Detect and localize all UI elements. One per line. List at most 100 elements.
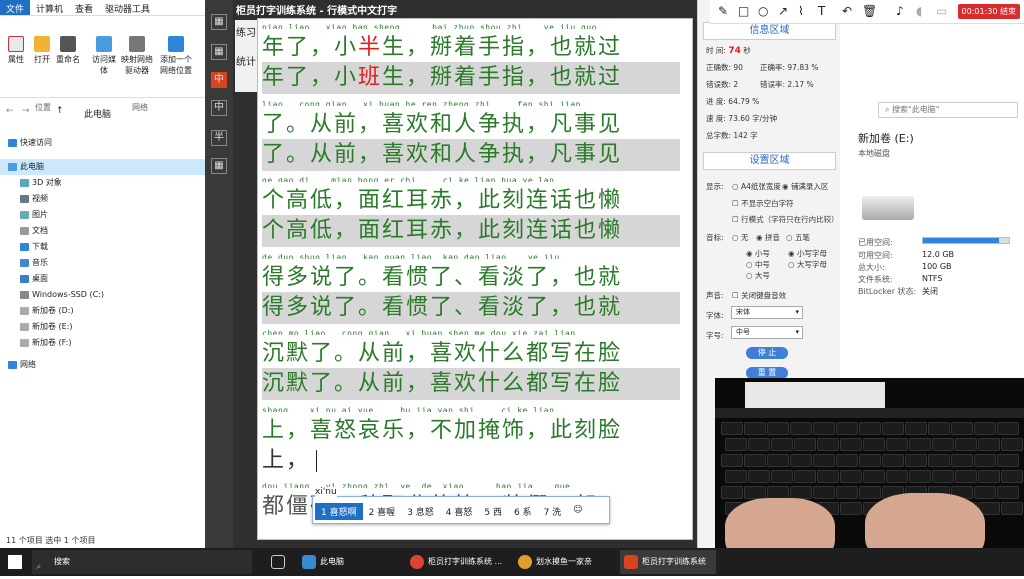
total-label: 总大小:	[858, 263, 885, 272]
open-button[interactable]: 打开	[28, 36, 56, 65]
tree-drive-d[interactable]: 新加卷 (D:)	[0, 303, 205, 319]
checkbox-no-blank[interactable]: ☐ 不显示空白字符	[732, 198, 794, 209]
taskbar-item[interactable]: 划水摸鱼一家亲	[514, 550, 618, 574]
radio-uppercase[interactable]: ○ 大写字母	[788, 259, 827, 270]
tab-drive-tools[interactable]: 驱动器工具	[99, 0, 156, 15]
task-view-icon	[271, 555, 285, 569]
tree-documents[interactable]: 文档	[0, 223, 205, 239]
undo-icon[interactable]: ↶	[842, 4, 852, 18]
address-bar[interactable]: ← → ↑ 此电脑	[0, 104, 205, 122]
taskbar-search[interactable]: ⌕ 搜索	[32, 550, 252, 574]
circle-icon[interactable]: ○	[758, 4, 768, 18]
text-line: de duo shuo liao kan guan liao kan dan l…	[258, 249, 692, 326]
typed-text[interactable]: 沉默了。从前，喜欢什么都写在脸	[262, 368, 680, 400]
photo-key	[886, 438, 908, 451]
map-network-drive-button[interactable]: 映射网络 驱动器	[120, 36, 154, 76]
start-button[interactable]	[0, 550, 30, 574]
grid-icon[interactable]: ▦	[211, 14, 227, 30]
usage-bar-fill	[923, 238, 999, 243]
tab-view[interactable]: 查看	[69, 0, 99, 15]
arrow-icon[interactable]: ↗	[778, 4, 788, 18]
back-icon[interactable]: ←	[6, 106, 14, 116]
pen-icon[interactable]: ✎	[718, 4, 728, 18]
smiley-icon[interactable]: ☺	[567, 503, 588, 520]
radio-fill[interactable]: ◉ 铺满录入区	[782, 181, 828, 192]
photo-key	[817, 438, 839, 451]
typed-text[interactable]: 得多说了。看惯了、看淡了，也就	[262, 291, 680, 324]
radio-none[interactable]: ○ 无	[732, 232, 748, 243]
radio-lowercase[interactable]: ◉ 小写字母	[788, 248, 827, 259]
add-network-location-button[interactable]: 添加一个 网络位置	[158, 36, 194, 76]
photo-key	[905, 422, 927, 435]
text-icon[interactable]: T	[818, 4, 825, 18]
rectangle-icon[interactable]: □	[738, 4, 749, 18]
tree-pictures[interactable]: 图片	[0, 207, 205, 223]
radio-small[interactable]: ◉ 小号	[746, 248, 770, 259]
task-view-button[interactable]	[266, 550, 290, 574]
taskbar-item[interactable]: 柜员打字训练系统 ...	[406, 550, 510, 574]
size-select[interactable]: 中号 ▾	[731, 326, 803, 339]
ime-candidate[interactable]: 6 系	[508, 503, 538, 520]
ime-candidate[interactable]: 2 喜喔	[363, 503, 402, 520]
radio-a4[interactable]: ○ A4纸张宽度	[732, 181, 781, 192]
up-icon[interactable]: ↑	[56, 106, 64, 116]
tree-music[interactable]: 音乐	[0, 255, 205, 271]
drive-icon	[20, 323, 29, 331]
trash-icon[interactable]: 🗑	[862, 4, 877, 18]
search-input[interactable]: ⌕ 搜索"此电脑"	[878, 102, 1018, 118]
properties-button[interactable]: 属性	[2, 36, 30, 65]
grid-icon[interactable]: ▦	[211, 44, 227, 60]
tree-drive-c[interactable]: Windows-SSD (C:)	[0, 287, 205, 303]
font-select[interactable]: 宋体 ▾	[731, 306, 803, 319]
taskbar-item-active[interactable]: 柜员打字训练系统	[620, 550, 716, 574]
speaker-icon[interactable]: ♪	[896, 4, 904, 18]
navigation-tree: 快速访问 此电脑 3D 对象 视频 图片 文档 下载 音乐 桌面 Windows…	[0, 135, 205, 373]
photo-key	[955, 470, 977, 483]
camera-icon[interactable]: ▭	[936, 4, 947, 18]
tree-video[interactable]: 视频	[0, 191, 205, 207]
current-input-line[interactable]: 上，	[262, 444, 680, 477]
half-width-icon[interactable]: 半	[211, 130, 227, 146]
typed-text[interactable]: 年了，小班生，掰着手指，也就过	[262, 62, 680, 94]
used-label: 已用空间:	[858, 238, 893, 247]
recording-timer[interactable]: 00:01:30 结束	[957, 4, 1020, 19]
radio-wubi[interactable]: ○ 五笔	[786, 232, 810, 243]
photo-key	[813, 454, 835, 467]
tab-computer[interactable]: 计算机	[30, 0, 69, 15]
tab-practice[interactable]: 练习	[235, 20, 257, 39]
forward-icon[interactable]: →	[22, 106, 30, 116]
typed-text[interactable]: 了。从前，喜欢和人争执，凡事见	[262, 138, 680, 171]
tree-network[interactable]: 网络	[0, 357, 205, 373]
grid-icon[interactable]: ▦	[211, 158, 227, 174]
checkbox-line-mode[interactable]: ☐ 行模式（字符只在行内比较）	[732, 214, 839, 225]
chinese-icon[interactable]: 中	[211, 100, 227, 116]
radio-large[interactable]: ○ 大号	[746, 270, 770, 281]
rename-button[interactable]: 重命名	[54, 36, 82, 65]
tree-this-pc[interactable]: 此电脑	[0, 159, 205, 175]
tree-3d[interactable]: 3D 对象	[0, 175, 205, 191]
tree-desktop[interactable]: 桌面	[0, 271, 205, 287]
tab-statistics[interactable]: 统计	[235, 39, 257, 68]
taskbar-item[interactable]: 此电脑	[298, 550, 398, 574]
checkbox-key-sound[interactable]: ☐ 关闭键盘音效	[732, 290, 786, 301]
tree-drive-e[interactable]: 新加卷 (E:)	[0, 319, 205, 335]
typing-area[interactable]: nian liao xiao ban sheng bai zhuo shou z…	[257, 18, 693, 540]
highlighter-icon[interactable]: ⌇	[798, 4, 804, 18]
ime-candidate[interactable]: 3 息怒	[401, 503, 440, 520]
ime-candidate[interactable]: 5 西	[478, 503, 508, 520]
radio-medium[interactable]: ○ 中号	[746, 259, 770, 270]
ime-candidate[interactable]: 4 喜怒	[440, 503, 479, 520]
tree-downloads[interactable]: 下载	[0, 239, 205, 255]
access-media-button[interactable]: 访问媒体	[90, 36, 118, 76]
ime-candidate[interactable]: 1 喜怒啊	[315, 503, 363, 520]
chinese-mode-icon[interactable]: 中	[211, 72, 227, 88]
tab-file[interactable]: 文件	[0, 0, 31, 15]
ime-candidate[interactable]: 7 洗	[538, 503, 568, 520]
mic-icon[interactable]: ◖	[916, 4, 922, 18]
radio-pinyin[interactable]: ◉ 拼音	[756, 232, 780, 243]
tree-drive-f[interactable]: 新加卷 (F:)	[0, 335, 205, 351]
source-text: 上，喜怒哀乐，不加掩饰，此刻脸	[262, 411, 682, 444]
stop-button[interactable]: 停 止	[746, 347, 788, 359]
typed-text[interactable]: 个高低，面红耳赤，此刻连话也懒	[262, 215, 680, 247]
tree-quick-access[interactable]: 快速访问	[0, 135, 205, 151]
